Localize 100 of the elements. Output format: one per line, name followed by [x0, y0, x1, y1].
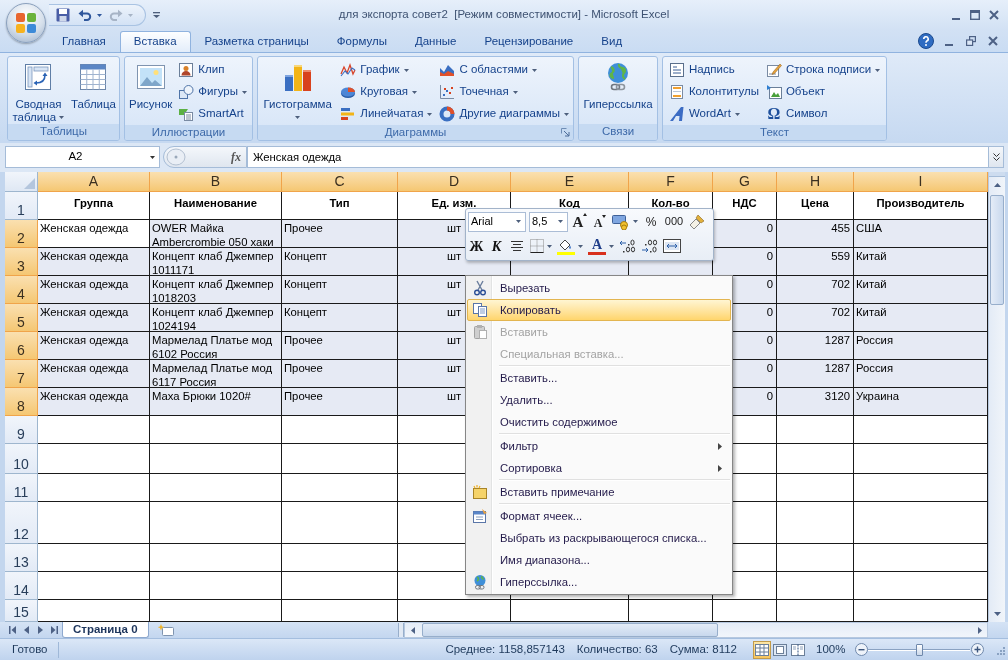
- maximize-button[interactable]: [969, 9, 981, 21]
- ribbon-tab[interactable]: Разметка страницы: [190, 32, 323, 52]
- undo-button[interactable]: [78, 7, 102, 23]
- table-cell: 1287: [777, 360, 854, 388]
- table-button[interactable]: Таблица: [69, 58, 117, 124]
- view-button[interactable]: [753, 640, 771, 659]
- ribbon-tab[interactable]: Вставка: [119, 31, 191, 52]
- menu-item[interactable]: Сортировка: [467, 457, 731, 479]
- insert-function-button[interactable]: fx: [230, 148, 242, 166]
- merge-center-button[interactable]: [662, 236, 682, 256]
- column-header[interactable]: G: [713, 172, 777, 192]
- first-sheet-button[interactable]: [6, 624, 19, 636]
- save-button[interactable]: [55, 7, 71, 23]
- row-header[interactable]: 14: [5, 572, 38, 600]
- column-header[interactable]: H: [777, 172, 854, 192]
- ribbon-tab[interactable]: Вид: [587, 32, 637, 52]
- table-cell: 702: [777, 276, 854, 304]
- menu-item[interactable]: Имя диапазона...: [467, 549, 731, 571]
- smartart-button[interactable]: SmartArt: [176, 103, 249, 125]
- area-chart-button[interactable]: С областями: [437, 59, 571, 81]
- column-header[interactable]: C: [282, 172, 398, 192]
- row-header[interactable]: 5: [5, 304, 38, 332]
- symbol-button[interactable]: Ω Символ: [763, 103, 883, 125]
- menu-item[interactable]: Фильтр: [467, 435, 731, 457]
- expand-formula-button[interactable]: [989, 146, 1004, 168]
- row-header[interactable]: 2: [5, 220, 38, 248]
- column-header[interactable]: F: [629, 172, 713, 192]
- menu-item[interactable]: Формат ячеек...: [467, 505, 731, 527]
- split-handle[interactable]: [398, 623, 404, 637]
- column-header[interactable]: I: [854, 172, 988, 192]
- increase-decimal-button[interactable]: [618, 236, 637, 256]
- ribbon-tab[interactable]: Главная: [48, 32, 120, 52]
- last-sheet-button[interactable]: [48, 624, 61, 636]
- wordart-button[interactable]: WordArt: [666, 103, 761, 125]
- scrollbar-thumb[interactable]: [990, 195, 1004, 305]
- column-chart-button[interactable]: Гистограмма: [260, 58, 336, 124]
- menu-item[interactable]: Выбрать из раскрывающегося списка...: [467, 527, 731, 549]
- row-header[interactable]: 7: [5, 360, 38, 388]
- row-header[interactable]: 4: [5, 276, 38, 304]
- ribbon-tab[interactable]: Рецензирование: [470, 32, 588, 52]
- restore-button[interactable]: [964, 35, 978, 47]
- dialog-launcher-button[interactable]: [560, 127, 570, 137]
- menu-item[interactable]: Копировать: [467, 299, 731, 321]
- row-header[interactable]: 3: [5, 248, 38, 276]
- color-swatch-icon: [588, 251, 606, 255]
- column-title-cell: Производитель: [854, 192, 988, 220]
- column-header[interactable]: B: [150, 172, 282, 192]
- row-header[interactable]: 6: [5, 332, 38, 360]
- ribbon-tab[interactable]: Данные: [400, 32, 471, 52]
- font-name-field[interactable]: Arial: [468, 211, 526, 232]
- sheet-tab[interactable]: Страница 0: [62, 622, 149, 638]
- row-header[interactable]: 10: [5, 444, 38, 474]
- row-header[interactable]: 12: [5, 502, 38, 544]
- note-icon: [471, 484, 488, 500]
- header-footer-button[interactable]: Колонтитулы: [666, 81, 761, 103]
- object-button[interactable]: Объект: [763, 81, 883, 103]
- row-header[interactable]: 11: [5, 474, 38, 502]
- other-charts-button[interactable]: Другие диаграммы: [437, 103, 571, 125]
- close-button[interactable]: [986, 35, 1000, 47]
- table-cell: Концепт клаб Джемпер 1011171: [150, 248, 282, 276]
- ribbon-tab[interactable]: Формулы: [322, 32, 401, 52]
- column-header[interactable]: D: [398, 172, 511, 192]
- table-cell: Концепт: [282, 304, 398, 332]
- zoom-out-button[interactable]: [854, 642, 868, 657]
- row-header[interactable]: 8: [5, 388, 38, 416]
- name-box[interactable]: A2: [5, 146, 160, 168]
- help-button[interactable]: [918, 33, 934, 49]
- text-box-button[interactable]: Надпись: [666, 59, 761, 81]
- pie-chart-button[interactable]: Круговая: [338, 81, 435, 103]
- menu-item[interactable]: Гиперссылка...: [467, 571, 731, 593]
- shapes-button[interactable]: Фигуры: [176, 81, 249, 103]
- table-cell: Женская одежда: [38, 388, 150, 416]
- row-header[interactable]: 1: [5, 192, 38, 220]
- bar-chart-button[interactable]: Линейчатая: [338, 103, 435, 125]
- row-header[interactable]: 9: [5, 416, 38, 444]
- formula-field[interactable]: Женская одежда: [247, 146, 989, 168]
- signature-line-button[interactable]: Строка подписи: [763, 59, 883, 81]
- table-cell: Маха Брюки 1020#: [150, 388, 282, 416]
- borders-button[interactable]: [529, 236, 553, 256]
- vertical-scrollbar[interactable]: [988, 172, 1005, 622]
- close-button[interactable]: [988, 9, 1000, 21]
- table-cell: Концепт: [282, 276, 398, 304]
- column-header[interactable]: E: [511, 172, 629, 192]
- scatter-chart-button[interactable]: Точечная: [437, 81, 571, 103]
- hyperlink-button[interactable]: Гиперссылка: [582, 58, 654, 124]
- scrollbar-thumb[interactable]: [422, 623, 718, 637]
- pivot-table-button[interactable]: Сводная таблица: [10, 58, 67, 124]
- zoom-slider[interactable]: [868, 642, 970, 657]
- picture-button[interactable]: Рисунок: [128, 58, 174, 124]
- horizontal-scrollbar[interactable]: [404, 622, 988, 638]
- zoom-in-button[interactable]: [970, 642, 984, 657]
- row-header[interactable]: 13: [5, 544, 38, 572]
- menu-item[interactable]: Вставить примечание: [467, 481, 731, 503]
- column-header[interactable]: A: [38, 172, 150, 192]
- clip-art-button[interactable]: Клип: [176, 59, 249, 81]
- font-size-field[interactable]: 8,5: [529, 211, 568, 232]
- row-header[interactable]: 15: [5, 600, 38, 622]
- line-chart-button[interactable]: График: [338, 59, 435, 81]
- font-color-button[interactable]: A: [587, 236, 615, 256]
- slider-thumb[interactable]: [916, 643, 923, 656]
